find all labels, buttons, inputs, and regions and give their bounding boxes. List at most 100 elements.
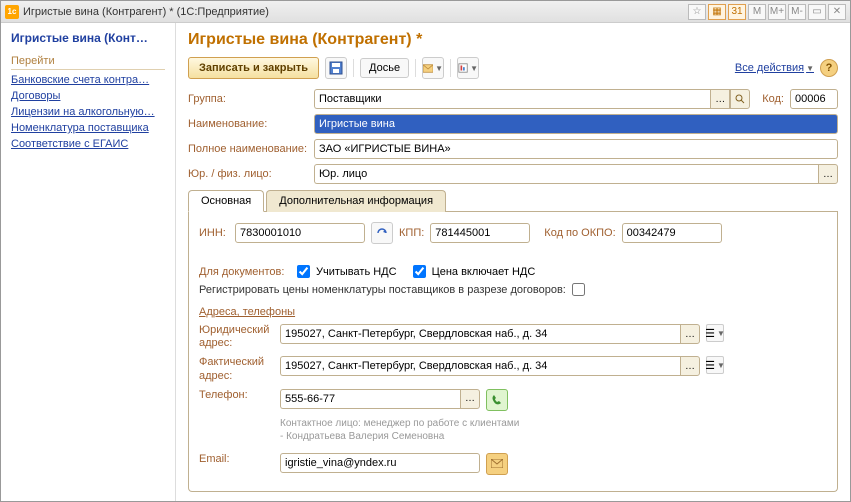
fact-addr-label: Фактический адрес: xyxy=(199,356,274,382)
sidebar-title: Игристые вина (Конт… xyxy=(11,31,165,45)
row-fullname: Полное наименование: xyxy=(188,139,838,159)
fact-addr-menu-button[interactable]: ☰▼ xyxy=(706,356,724,374)
phone-input[interactable] xyxy=(280,389,460,409)
group-search-button[interactable] xyxy=(730,89,750,109)
chk-price-nds-label: Цена включает НДС xyxy=(432,266,536,278)
reg-prices-label: Регистрировать цены номенклатуры поставщ… xyxy=(199,284,566,296)
sidebar-link-contracts[interactable]: Договоры xyxy=(11,90,165,102)
jurfiz-select-button[interactable]: … xyxy=(818,164,838,184)
code-input[interactable] xyxy=(790,89,838,109)
group-label: Группа: xyxy=(188,93,308,105)
name-label: Наименование: xyxy=(188,118,308,130)
calc-button[interactable]: ▦ xyxy=(708,4,726,20)
app-1c-icon: 1c xyxy=(5,5,19,19)
jur-addr-input[interactable] xyxy=(280,324,680,344)
fullname-label: Полное наименование: xyxy=(188,143,308,155)
all-actions-link[interactable]: Все действия▼ xyxy=(735,62,814,74)
tab-additional[interactable]: Дополнительная информация xyxy=(266,190,446,212)
row-docs: Для документов: Учитывать НДС Цена включ… xyxy=(199,265,827,278)
kpp-label: КПП: xyxy=(399,227,424,239)
favorite-button[interactable]: ☆ xyxy=(688,4,706,20)
group-input-wrap: … xyxy=(314,89,750,109)
save-close-button[interactable]: Записать и закрыть xyxy=(188,57,319,79)
jurfiz-input[interactable] xyxy=(314,164,818,184)
okpo-input[interactable] xyxy=(622,223,722,243)
docs-label: Для документов: xyxy=(199,266,291,278)
row-name: Наименование: xyxy=(188,114,838,134)
jur-addr-select-button[interactable]: … xyxy=(680,324,700,344)
window: 1c Игристые вина (Контрагент) * (1С:Пред… xyxy=(0,0,851,502)
email-dropdown-button[interactable]: ▼ xyxy=(422,57,444,79)
toolbar-sep2 xyxy=(415,59,416,77)
okpo-label: Код по ОКПО: xyxy=(544,227,615,239)
toolbar-sep xyxy=(353,59,354,77)
email-label: Email: xyxy=(199,453,274,466)
fullname-input[interactable] xyxy=(314,139,838,159)
sidebar-link-bank-accounts[interactable]: Банковские счета контра… xyxy=(11,74,165,86)
maximize-button[interactable]: ▭ xyxy=(808,4,826,20)
fact-addr-wrap: … xyxy=(280,356,700,376)
email-input[interactable] xyxy=(280,453,480,473)
report-dropdown-button[interactable]: ▼ xyxy=(457,57,479,79)
chk-reg-prices[interactable] xyxy=(572,283,585,296)
sidebar-divider xyxy=(11,69,165,70)
content-area: Игристые вина (Конт… Перейти Банковские … xyxy=(1,23,850,501)
titlebar: 1c Игристые вина (Контрагент) * (1С:Пред… xyxy=(1,1,850,23)
code-label: Код: xyxy=(762,93,784,105)
close-button[interactable]: ✕ xyxy=(828,4,846,20)
name-input[interactable] xyxy=(314,114,838,134)
page-title: Игристые вина (Контрагент) * xyxy=(188,31,838,49)
fact-addr-select-button[interactable]: … xyxy=(680,356,700,376)
row-fact-addr: Фактический адрес: … ☰▼ xyxy=(199,356,827,382)
tab-panel-main: ИНН: КПП: Код по ОКПО: Для документов: У… xyxy=(188,212,838,492)
memory-mminus-button[interactable]: M- xyxy=(788,4,806,20)
contact-hint: Контактное лицо: менеджер по работе с кл… xyxy=(280,417,520,443)
row-jurfiz: Юр. / физ. лицо: … xyxy=(188,164,838,184)
sidebar-group-label: Перейти xyxy=(11,55,165,67)
jur-addr-label: Юридический адрес: xyxy=(199,324,274,350)
toolbar-sep3 xyxy=(450,59,451,77)
main-panel: Игристые вина (Контрагент) * Записать и … xyxy=(176,23,850,501)
row-group: Группа: … Код: xyxy=(188,89,838,109)
row-phone: Телефон: … xyxy=(199,389,827,411)
chk-nds-label: Учитывать НДС xyxy=(316,266,397,278)
send-email-button[interactable] xyxy=(486,453,508,475)
memory-m-button[interactable]: M xyxy=(748,4,766,20)
inn-input[interactable] xyxy=(235,223,365,243)
row-email: Email: xyxy=(199,453,827,475)
group-select-button[interactable]: … xyxy=(710,89,730,109)
memory-mplus-button[interactable]: M+ xyxy=(768,4,786,20)
phone-wrap: … xyxy=(280,389,480,409)
jur-addr-wrap: … xyxy=(280,324,700,344)
inn-fill-button[interactable] xyxy=(371,222,393,244)
chk-price-nds[interactable] xyxy=(413,265,426,278)
titlebar-buttons: ☆ ▦ 31 M M+ M- ▭ ✕ xyxy=(688,4,846,20)
calendar-button[interactable]: 31 xyxy=(728,4,746,20)
sidebar-link-nomenclature[interactable]: Номенклатура поставщика xyxy=(11,122,165,134)
save-icon-button[interactable] xyxy=(325,57,347,79)
sidebar-link-egais[interactable]: Соответствие с ЕГАИС xyxy=(11,138,165,150)
call-button[interactable] xyxy=(486,389,508,411)
sidebar: Игристые вина (Конт… Перейти Банковские … xyxy=(1,23,176,501)
tabs: Основная Дополнительная информация xyxy=(188,189,838,212)
group-input[interactable] xyxy=(314,89,710,109)
row-jur-addr: Юридический адрес: … ☰▼ xyxy=(199,324,827,350)
tab-main[interactable]: Основная xyxy=(188,190,264,212)
jur-addr-menu-button[interactable]: ☰▼ xyxy=(706,324,724,342)
dossier-button[interactable]: Досье xyxy=(360,58,409,78)
phone-label: Телефон: xyxy=(199,389,274,402)
chk-nds[interactable] xyxy=(297,265,310,278)
phone-select-button[interactable]: … xyxy=(460,389,480,409)
row-reg-prices: Регистрировать цены номенклатуры поставщ… xyxy=(199,283,827,296)
jurfiz-input-wrap: … xyxy=(314,164,838,184)
jurfiz-label: Юр. / физ. лицо: xyxy=(188,168,308,180)
fact-addr-input[interactable] xyxy=(280,356,680,376)
toolbar: Записать и закрыть Досье ▼ ▼ Все действи… xyxy=(188,57,838,79)
section-addresses: Адреса, телефоны xyxy=(199,306,827,318)
window-title: Игристые вина (Контрагент) * (1С:Предпри… xyxy=(23,6,688,18)
row-inn: ИНН: КПП: Код по ОКПО: xyxy=(199,222,827,244)
kpp-input[interactable] xyxy=(430,223,530,243)
sidebar-link-licenses[interactable]: Лицензии на алкогольную… xyxy=(11,106,165,118)
inn-label: ИНН: xyxy=(199,227,229,239)
help-icon[interactable]: ? xyxy=(820,59,838,77)
